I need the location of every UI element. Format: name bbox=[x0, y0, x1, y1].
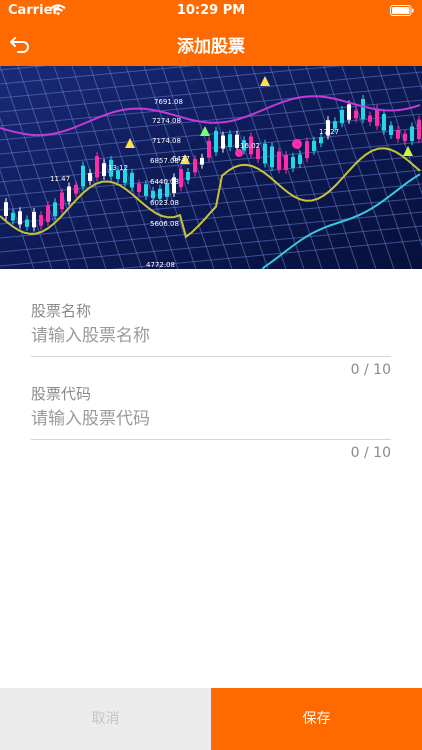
status-bar: Carrier 10:29 PM bbox=[0, 0, 422, 22]
svg-text:6023.08: 6023.08 bbox=[150, 199, 179, 207]
battery-icon bbox=[390, 5, 414, 16]
stock-name-field: 股票名称 0 / 10 bbox=[31, 300, 391, 382]
svg-text:5606.08: 5606.08 bbox=[150, 220, 179, 228]
svg-text:6437: 6437 bbox=[172, 155, 190, 163]
svg-text:13.12: 13.12 bbox=[108, 164, 128, 172]
stock-name-counter: 0 / 10 bbox=[350, 362, 391, 378]
status-time: 10:29 PM bbox=[176, 3, 246, 18]
svg-text:16.02: 16.02 bbox=[240, 142, 260, 150]
stock-code-divider bbox=[31, 439, 391, 440]
svg-text:17.27: 17.27 bbox=[319, 128, 339, 136]
stock-code-input[interactable] bbox=[31, 405, 391, 433]
stock-code-field: 股票代码 0 / 10 bbox=[31, 383, 391, 465]
stock-chart-image: 7691.087274.087174.086857.0864376440.086… bbox=[0, 66, 422, 269]
svg-text:6440.08: 6440.08 bbox=[150, 178, 179, 186]
save-button[interactable]: 保存 bbox=[211, 688, 422, 750]
svg-text:7174.08: 7174.08 bbox=[152, 137, 181, 145]
stock-code-label: 股票代码 bbox=[31, 385, 92, 403]
stock-name-input[interactable] bbox=[31, 322, 391, 350]
navigation-bar: 添加股票 bbox=[0, 22, 422, 66]
svg-text:4772.08: 4772.08 bbox=[146, 261, 175, 269]
stock-chart-banner: 7691.08 7274.08 7174.08 6857.08 6437 6440.08 6… bbox=[0, 66, 422, 269]
page-title: 添加股票 bbox=[177, 37, 245, 57]
app-header: Carrier 10:29 PM 添加股票 bbox=[0, 0, 422, 66]
svg-text:7274.08: 7274.08 bbox=[152, 117, 181, 125]
svg-text:11.47: 11.47 bbox=[50, 175, 70, 183]
cancel-button[interactable]: 取消 bbox=[0, 688, 211, 750]
stock-name-label: 股票名称 bbox=[31, 302, 92, 320]
svg-text:7691.08: 7691.08 bbox=[154, 98, 183, 106]
stock-name-divider bbox=[31, 356, 391, 357]
stock-code-counter: 0 / 10 bbox=[350, 445, 391, 461]
